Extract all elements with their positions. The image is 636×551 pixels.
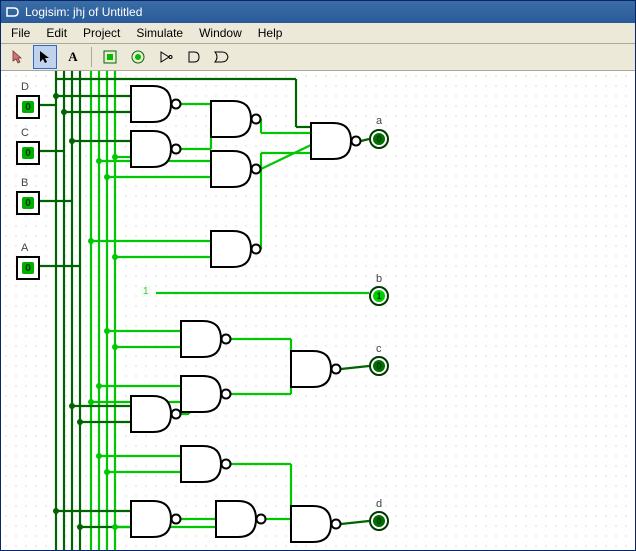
menu-file[interactable]: File [3, 24, 38, 42]
input-pin-d[interactable]: 0 [16, 95, 40, 119]
output-pin-d[interactable]: 0 [369, 511, 389, 531]
nand-gate[interactable] [131, 86, 181, 122]
tool-pin-output[interactable] [126, 45, 150, 69]
nand-gate[interactable] [131, 501, 181, 537]
tool-or-gate[interactable] [210, 45, 234, 69]
output-pin-a[interactable]: 0 [369, 129, 389, 149]
nand-gate[interactable] [311, 123, 361, 159]
nand-gate[interactable] [181, 446, 231, 482]
input-pin-a[interactable]: 0 [16, 256, 40, 280]
input-label-c: C [21, 127, 29, 139]
menu-project[interactable]: Project [75, 24, 128, 42]
circuit-canvas[interactable]: D 0 C 0 B 0 A 0 1 a 0 b 1 c 0 d 0 [1, 71, 635, 550]
input-label-a: A [21, 242, 28, 254]
menu-window[interactable]: Window [191, 24, 250, 42]
output-label-d: d [376, 498, 382, 510]
nand-gate[interactable] [211, 231, 261, 267]
app-icon [5, 4, 21, 20]
input-pin-c[interactable]: 0 [16, 141, 40, 165]
output-pin-c[interactable]: 0 [369, 356, 389, 376]
tool-and-gate[interactable] [182, 45, 206, 69]
tool-select[interactable] [33, 45, 57, 69]
toolbar: A [1, 44, 635, 71]
output-label-a: a [376, 115, 382, 127]
menu-edit[interactable]: Edit [38, 24, 75, 42]
tool-pin-input[interactable] [98, 45, 122, 69]
tool-text[interactable]: A [61, 45, 85, 69]
input-label-b: B [21, 177, 28, 189]
output-label-c: c [376, 343, 382, 355]
nand-gate[interactable] [211, 151, 261, 187]
tool-not-gate[interactable] [154, 45, 178, 69]
tool-poke[interactable] [5, 45, 29, 69]
circuit-svg [1, 71, 635, 550]
nand-gate[interactable] [291, 351, 341, 387]
nand-gate[interactable] [291, 506, 341, 542]
menubar: File Edit Project Simulate Window Help [1, 23, 635, 44]
titlebar: Logisim: jhj of Untitled [1, 1, 635, 23]
menu-simulate[interactable]: Simulate [128, 24, 191, 42]
output-pin-b[interactable]: 1 [369, 286, 389, 306]
text-a-icon: A [68, 49, 77, 65]
toolbar-separator [91, 47, 92, 67]
input-label-d: D [21, 81, 29, 93]
nand-gate[interactable] [181, 321, 231, 357]
nand-gate[interactable] [211, 101, 261, 137]
window-title: Logisim: jhj of Untitled [25, 5, 142, 19]
menu-help[interactable]: Help [250, 24, 291, 42]
nand-gate[interactable] [216, 501, 266, 537]
constant-1: 1 [141, 286, 151, 297]
output-label-b: b [376, 273, 382, 285]
nand-gate[interactable] [181, 376, 231, 412]
input-pin-b[interactable]: 0 [16, 191, 40, 215]
